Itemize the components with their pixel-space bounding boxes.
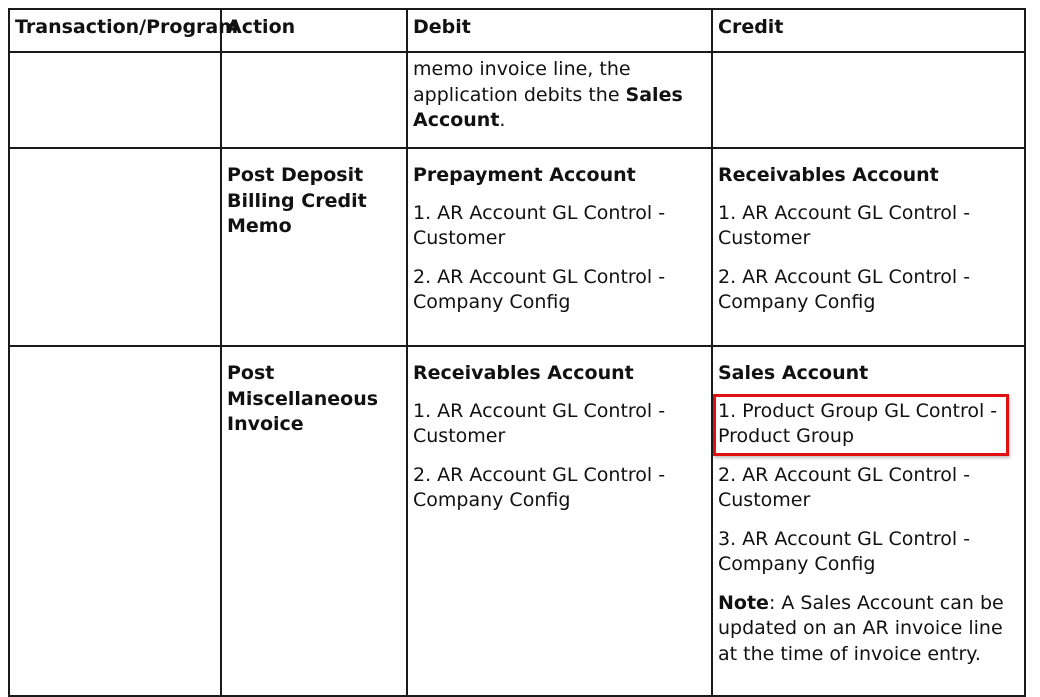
highlighted-credit-item: 1. Product Group GL Control - Product Gr… (713, 393, 1019, 456)
debit-item: 1. AR Account GL Control - Customer (413, 201, 666, 250)
credit-item: 3. AR Account GL Control - Company Confi… (718, 527, 971, 576)
transaction-cell (8, 345, 222, 697)
note: Note: A Sales Account can be updated on … (718, 591, 1019, 668)
debit-item: 2. AR Account GL Control - Company Confi… (413, 265, 666, 314)
credit-item: 2. AR Account GL Control - Customer (718, 463, 971, 512)
gl-posting-table: Transaction/Program Action Debit Credit … (8, 8, 1026, 697)
debit-account-title: Receivables Account (413, 362, 634, 384)
transaction-cell (8, 147, 222, 347)
debit-cell: Prepayment Account 1. AR Account GL Cont… (406, 147, 713, 347)
note-label: Note (718, 591, 769, 614)
header-debit: Debit (406, 8, 713, 53)
credit-cell (711, 51, 1026, 149)
debit-text: memo invoice line, the application debit… (413, 58, 631, 106)
credit-item: 2. AR Account GL Control - Company Confi… (718, 265, 971, 314)
credit-cell: Sales Account 1. Product Group GL Contro… (711, 345, 1026, 697)
action-cell: Post Deposit Billing Credit Memo (220, 147, 408, 347)
debit-account-title: Prepayment Account (413, 164, 636, 186)
credit-account-title: Receivables Account (718, 164, 939, 186)
action-cell (220, 51, 408, 149)
header-transaction-program: Transaction/Program (8, 8, 238, 53)
table-row: Post Miscellaneous Invoice Receivables A… (8, 345, 1026, 697)
action-cell: Post Miscellaneous Invoice (220, 345, 408, 697)
table-row: memo invoice line, the application debit… (8, 51, 1026, 149)
header-credit: Credit (711, 8, 1026, 53)
action-label: Post Miscellaneous Invoice (227, 362, 379, 435)
debit-cell: Receivables Account 1. AR Account GL Con… (406, 345, 713, 697)
debit-item: 2. AR Account GL Control - Company Confi… (413, 463, 666, 512)
transaction-cell (8, 51, 222, 149)
table-header-row: Transaction/Program Action Debit Credit (8, 8, 1026, 53)
table-row: Post Deposit Billing Credit Memo Prepaym… (8, 147, 1026, 347)
credit-item: 1. Product Group GL Control - Product Gr… (718, 399, 998, 448)
debit-cell: memo invoice line, the application debit… (406, 51, 713, 149)
header-action: Action (220, 8, 408, 53)
credit-cell: Receivables Account 1. AR Account GL Con… (711, 147, 1026, 347)
action-label: Post Deposit Billing Credit Memo (227, 164, 367, 237)
debit-text-suffix: . (499, 109, 506, 131)
debit-item: 1. AR Account GL Control - Customer (413, 399, 666, 448)
credit-account-title: Sales Account (718, 362, 869, 384)
credit-item: 1. AR Account GL Control - Customer (718, 201, 971, 250)
